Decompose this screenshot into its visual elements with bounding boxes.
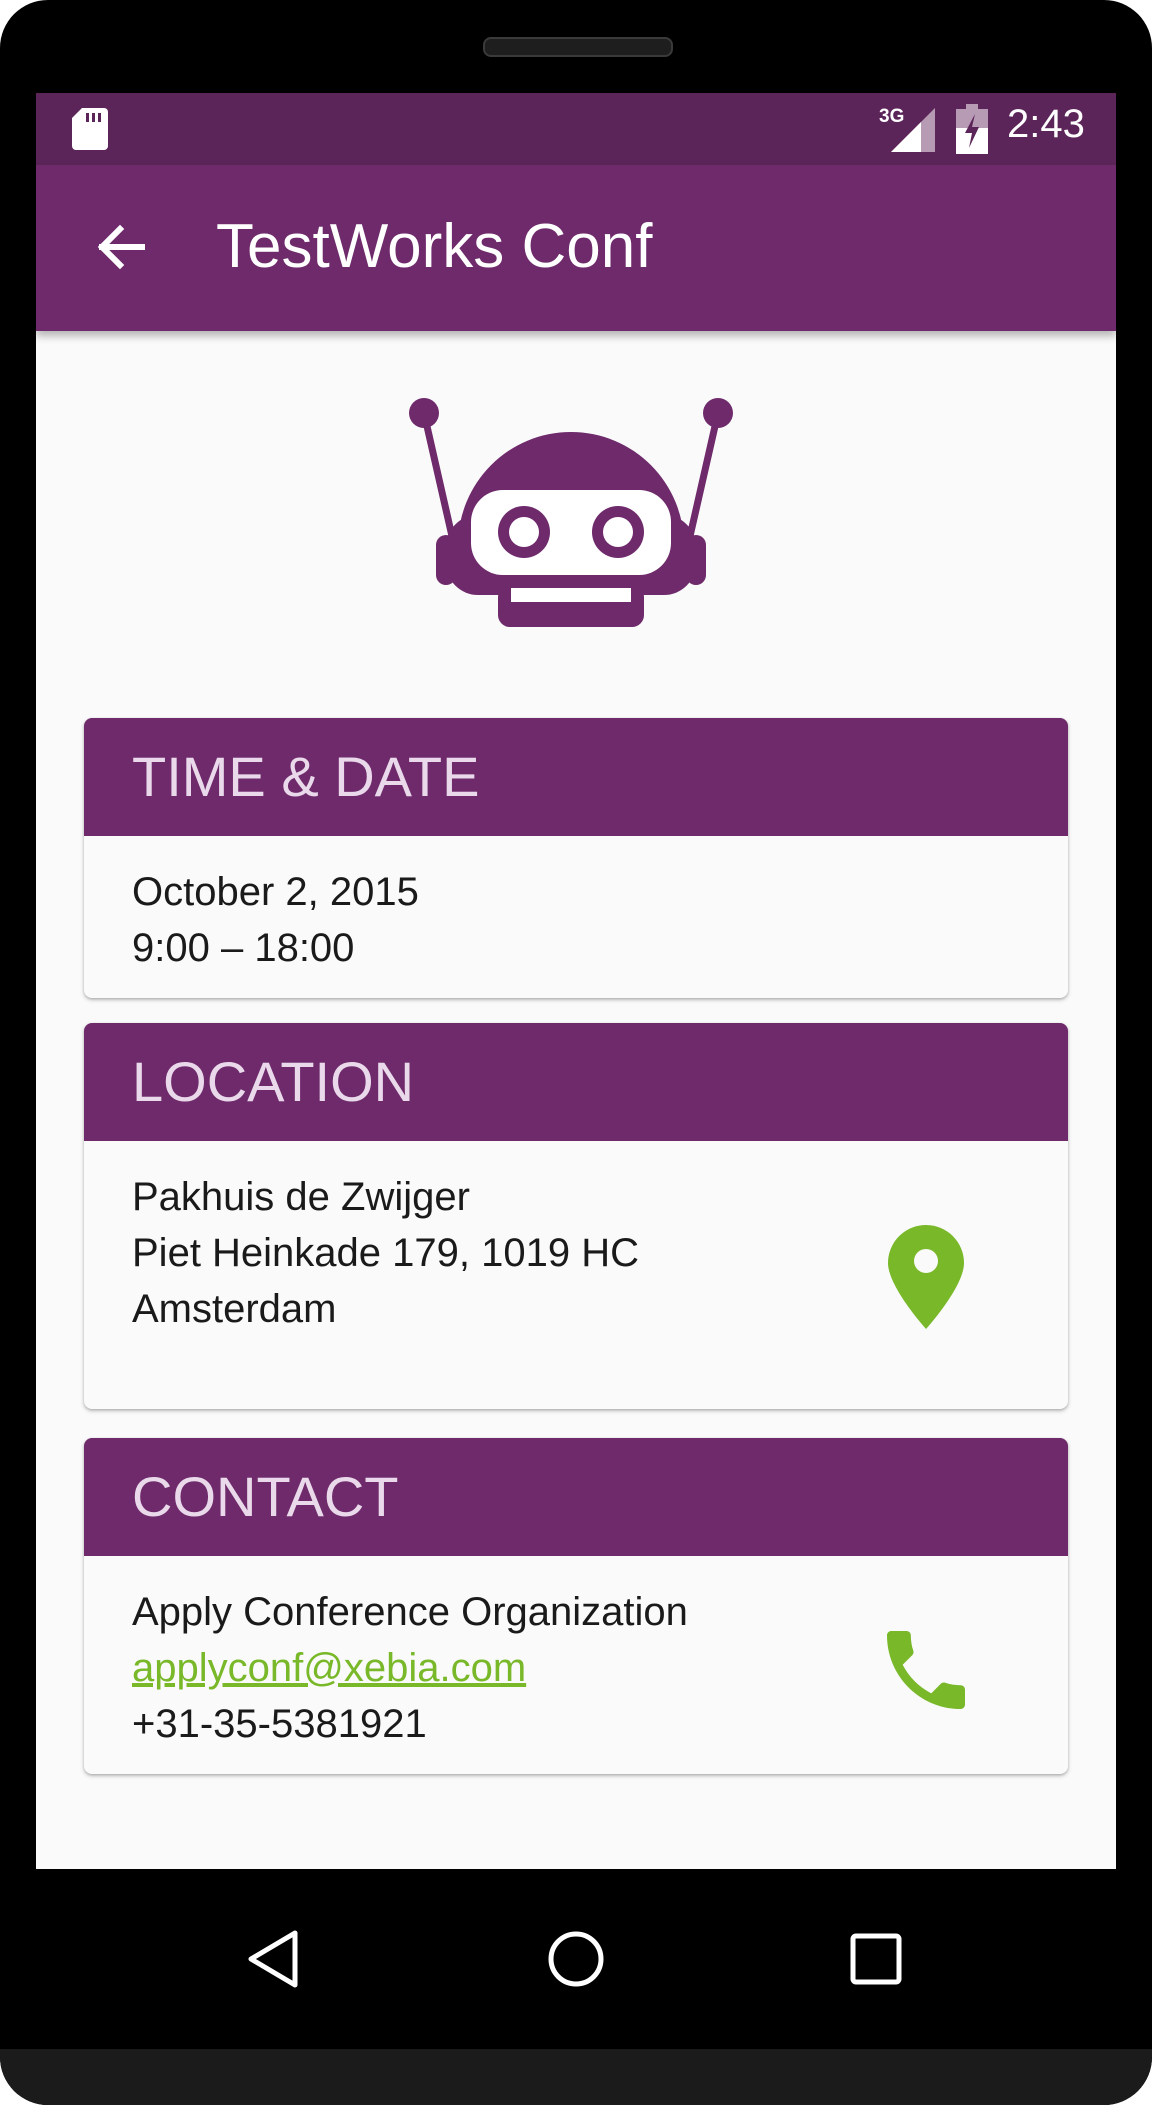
sd-card-icon bbox=[72, 108, 108, 150]
cell-signal-icon bbox=[891, 108, 935, 152]
device-bottom-bezel bbox=[0, 2049, 1152, 2105]
time-date-card: TIME & DATE October 2, 2015 9:00 – 18:00 bbox=[84, 718, 1068, 998]
status-bar: 3G 2:43 bbox=[36, 93, 1116, 165]
venue-city: Amsterdam bbox=[132, 1287, 337, 1331]
speaker-grille bbox=[483, 37, 673, 57]
app-screen: 3G 2:43 TestWorks Conf TIME & DATE Octob… bbox=[36, 93, 1116, 1869]
contact-email-link[interactable]: applyconf@xebia.com bbox=[132, 1646, 526, 1690]
phone-frame: 3G 2:43 TestWorks Conf TIME & DATE Octob… bbox=[0, 0, 1152, 2105]
back-button[interactable] bbox=[84, 211, 156, 283]
robot-logo-icon bbox=[409, 398, 733, 627]
location-body: Pakhuis de Zwijger Piet Heinkade 179, 10… bbox=[84, 1141, 1068, 1337]
event-hours: 9:00 – 18:00 bbox=[132, 926, 355, 970]
phone-icon[interactable] bbox=[874, 1618, 978, 1722]
contact-header: CONTACT bbox=[84, 1438, 1068, 1556]
location-card: LOCATION Pakhuis de Zwijger Piet Heinkad… bbox=[84, 1023, 1068, 1409]
contact-card: CONTACT Apply Conference Organization ap… bbox=[84, 1438, 1068, 1774]
time-date-body: October 2, 2015 9:00 – 18:00 bbox=[84, 836, 1068, 976]
battery-charging-icon bbox=[956, 104, 988, 154]
arrow-back-icon bbox=[97, 224, 145, 270]
app-bar: TestWorks Conf bbox=[36, 165, 1116, 331]
time-date-header: TIME & DATE bbox=[84, 718, 1068, 836]
nav-home-icon[interactable] bbox=[540, 1923, 612, 1995]
contact-body: Apply Conference Organization applyconf@… bbox=[84, 1556, 1068, 1752]
nav-recents-icon[interactable] bbox=[840, 1923, 912, 1995]
system-navigation-bar bbox=[0, 1869, 1152, 2049]
venue-name: Pakhuis de Zwijger bbox=[132, 1175, 470, 1219]
event-date: October 2, 2015 bbox=[132, 870, 419, 914]
map-pin-icon[interactable] bbox=[888, 1225, 964, 1329]
nav-back-icon[interactable] bbox=[239, 1923, 311, 1995]
location-header: LOCATION bbox=[84, 1023, 1068, 1141]
app-title: TestWorks Conf bbox=[216, 212, 653, 281]
venue-street: Piet Heinkade 179, 1019 HC bbox=[132, 1231, 639, 1275]
status-clock: 2:43 bbox=[1007, 102, 1085, 146]
